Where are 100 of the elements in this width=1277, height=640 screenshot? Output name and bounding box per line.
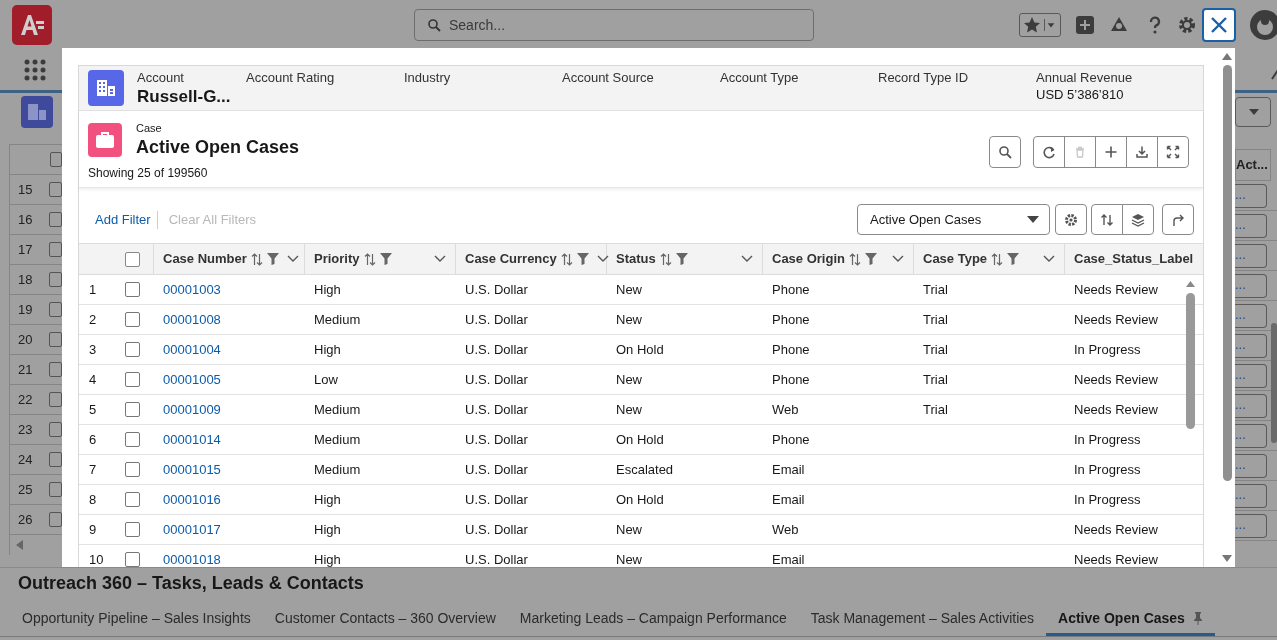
row-checkbox[interactable] xyxy=(125,342,140,357)
app-launcher-icon[interactable] xyxy=(24,59,46,81)
table-cell: Trial xyxy=(923,281,948,297)
layers-button[interactable] xyxy=(1122,204,1154,235)
table-cell: Medium xyxy=(314,461,361,477)
workspace-tab[interactable]: Customer Contacts – 360 Overview xyxy=(262,600,508,636)
row-checkbox[interactable] xyxy=(125,492,140,507)
table-cell: U.S. Dollar xyxy=(465,461,528,477)
refresh-button[interactable] xyxy=(1033,135,1065,168)
field-label: Account Rating xyxy=(246,70,336,86)
star-icon xyxy=(1022,15,1042,35)
row-checkbox[interactable] xyxy=(125,402,140,417)
filter-icon[interactable] xyxy=(266,253,279,265)
workspace-tab[interactable]: Task Management – Sales Activities xyxy=(798,600,1047,636)
sort-icon[interactable] xyxy=(659,252,672,266)
chevron-down-icon[interactable] xyxy=(741,255,753,263)
case-number-link[interactable]: 00001018 xyxy=(163,551,221,567)
download-icon xyxy=(1135,144,1149,159)
row-checkbox[interactable] xyxy=(125,462,140,477)
sort-icon[interactable] xyxy=(363,252,376,266)
row-checkbox[interactable] xyxy=(125,432,140,447)
table-cell: Phone xyxy=(772,311,810,327)
search-field[interactable]: Search... xyxy=(414,9,814,41)
workspace-title: Outreach 360 – Tasks, Leads & Contacts xyxy=(17,571,365,595)
table-cell: New xyxy=(616,281,642,297)
filter-icon[interactable] xyxy=(864,253,877,265)
sort-button[interactable] xyxy=(1091,204,1123,235)
select-all-checkbox[interactable] xyxy=(124,251,140,267)
scrollbar-thumb[interactable] xyxy=(1271,323,1277,443)
filter-icon[interactable] xyxy=(675,253,688,265)
workspace-tab[interactable]: Marketing Leads – Campaign Performance xyxy=(507,600,799,636)
chevron-down-icon[interactable] xyxy=(1043,255,1055,263)
table-cell: High xyxy=(314,521,341,537)
case-number-link[interactable]: 00001014 xyxy=(163,431,221,447)
avatar-icon[interactable] xyxy=(1250,7,1277,43)
column-header[interactable]: Case Number xyxy=(163,249,247,269)
scrollbar-thumb[interactable] xyxy=(1222,65,1232,481)
filter-icon[interactable] xyxy=(1007,253,1020,265)
settings-icon[interactable] xyxy=(1177,15,1197,35)
account-icon xyxy=(88,70,124,106)
add-icon[interactable] xyxy=(1075,15,1095,35)
sort-icon[interactable] xyxy=(250,252,263,266)
chevron-down-icon[interactable] xyxy=(596,255,609,263)
app-logo[interactable] xyxy=(12,5,52,45)
settings-button[interactable] xyxy=(1055,204,1087,235)
favorites-button[interactable] xyxy=(1019,13,1061,37)
sort-icon[interactable] xyxy=(991,252,1004,266)
column-header[interactable]: Case Type xyxy=(923,249,988,269)
column-header[interactable]: Status xyxy=(616,249,656,269)
case-number-link[interactable]: 00001005 xyxy=(163,371,221,387)
view-select[interactable]: Active Open Cases xyxy=(857,204,1050,235)
filter-icon[interactable] xyxy=(379,253,392,265)
row-checkbox[interactable] xyxy=(125,312,140,327)
chevron-down-icon[interactable] xyxy=(286,255,299,263)
case-number-link[interactable]: 00001003 xyxy=(163,281,221,297)
expand-button[interactable] xyxy=(1157,135,1189,168)
close-button[interactable] xyxy=(1202,8,1236,42)
table-cell: Email xyxy=(772,551,805,567)
case-number-link[interactable]: 00001004 xyxy=(163,341,221,357)
row-checkbox[interactable] xyxy=(125,552,140,567)
add-button[interactable] xyxy=(1095,135,1127,168)
row-number: 1 xyxy=(88,280,98,299)
redo-icon xyxy=(1171,212,1185,227)
row-number: 16 xyxy=(18,210,34,229)
case-number-link[interactable]: 00001016 xyxy=(163,491,221,507)
table-cell: Needs Review xyxy=(1074,371,1158,387)
redo-button[interactable] xyxy=(1162,204,1194,235)
case-number-link[interactable]: 00001008 xyxy=(163,311,221,327)
table-cell: Medium xyxy=(314,401,361,417)
sort-icon[interactable] xyxy=(848,252,861,266)
column-header[interactable]: Priority xyxy=(314,249,360,269)
row-number: 15 xyxy=(18,180,34,199)
row-number: 24 xyxy=(18,450,34,469)
row-checkbox[interactable] xyxy=(125,282,140,297)
row-number: 20 xyxy=(18,330,34,349)
workspace-tab[interactable]: Active Open Cases xyxy=(1046,600,1215,636)
search-button[interactable] xyxy=(989,135,1021,168)
add-filter-link[interactable]: Add Filter xyxy=(95,210,158,229)
table-cell: Needs Review xyxy=(1074,311,1158,327)
download-button[interactable] xyxy=(1126,135,1158,168)
filter-icon[interactable] xyxy=(576,253,589,265)
case-number-link[interactable]: 00001015 xyxy=(163,461,221,477)
row-number: 9 xyxy=(88,520,98,539)
row-checkbox[interactable] xyxy=(125,372,140,387)
column-header[interactable]: Case_Status_Label xyxy=(1074,249,1194,269)
table-cell: In Progress xyxy=(1074,341,1141,357)
case-number-link[interactable]: 00001017 xyxy=(163,521,221,537)
field-value: USD 5’386’810 xyxy=(1036,86,1125,104)
column-header[interactable]: Case Currency xyxy=(465,249,557,269)
column-header[interactable]: Case Origin xyxy=(772,249,845,269)
row-number: 2 xyxy=(88,310,98,329)
row-checkbox[interactable] xyxy=(125,522,140,537)
workspace-tab[interactable]: Opportunity Pipeline – Sales Insights xyxy=(10,600,263,636)
sort-icon[interactable] xyxy=(560,252,573,266)
scrollbar-thumb[interactable] xyxy=(1186,293,1195,429)
chevron-down-icon[interactable] xyxy=(434,255,446,263)
case-number-link[interactable]: 00001009 xyxy=(163,401,221,417)
plus-icon xyxy=(1104,144,1118,159)
table-cell: Email xyxy=(772,491,805,507)
chevron-down-icon[interactable] xyxy=(892,255,904,263)
